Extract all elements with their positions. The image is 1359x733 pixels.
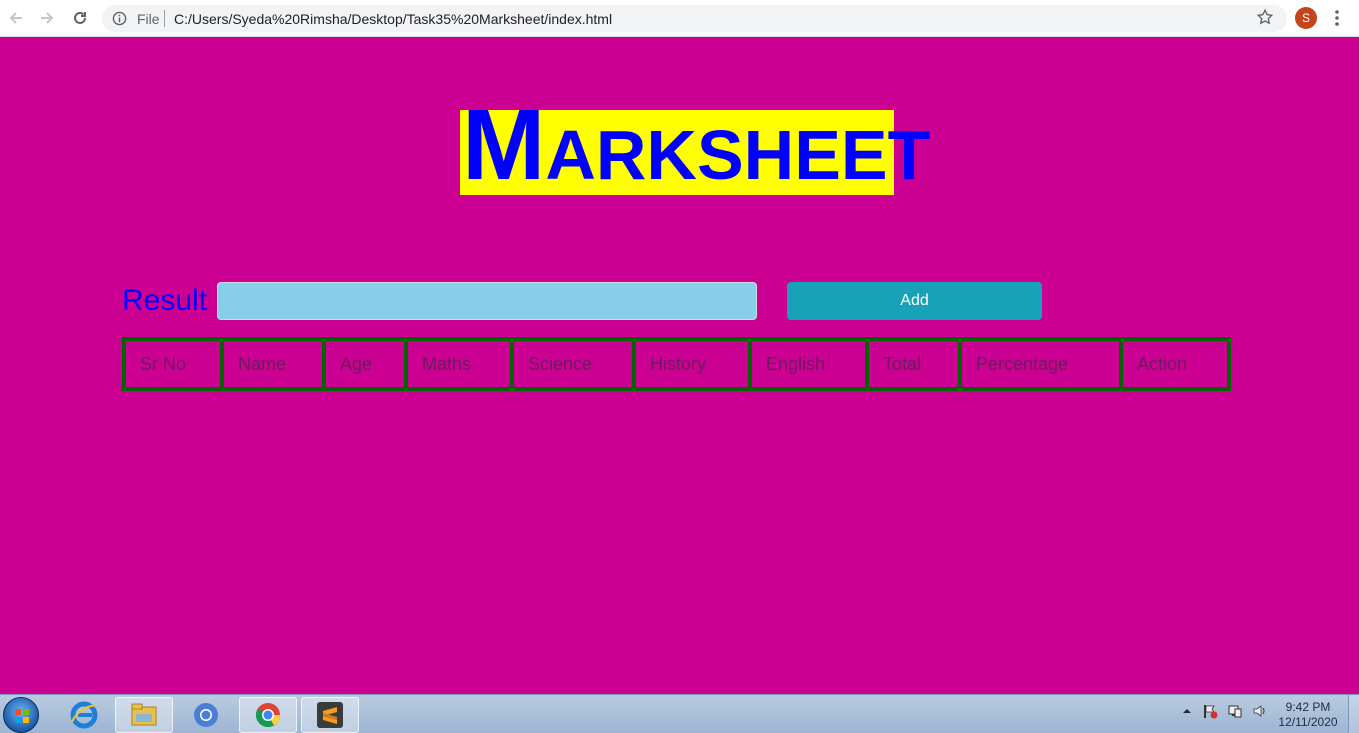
tray-expand-icon[interactable] bbox=[1182, 703, 1192, 719]
profile-avatar[interactable]: S bbox=[1295, 7, 1317, 29]
column-header-total: Total bbox=[869, 341, 962, 387]
column-header-age: Age bbox=[326, 341, 408, 387]
info-icon[interactable] bbox=[112, 11, 127, 31]
url-text[interactable]: C:/Users/Syeda%20Rimsha/Desktop/Task35%2… bbox=[174, 11, 612, 27]
network-icon[interactable] bbox=[1227, 703, 1243, 722]
forward-arrow-icon[interactable] bbox=[37, 8, 57, 28]
taskbar-chromium[interactable] bbox=[177, 697, 235, 733]
taskbar-sublime-text[interactable] bbox=[301, 697, 359, 733]
column-header-maths: Maths bbox=[408, 341, 514, 387]
column-header-sr-no: Sr No bbox=[126, 341, 224, 387]
reload-icon[interactable] bbox=[70, 8, 90, 28]
address-bar[interactable]: File C:/Users/Syeda%20Rimsha/Desktop/Tas… bbox=[102, 5, 1287, 32]
show-desktop-button[interactable] bbox=[1348, 695, 1359, 733]
result-input[interactable] bbox=[217, 282, 757, 320]
menu-kebab-icon[interactable] bbox=[1334, 9, 1340, 32]
column-header-history: History bbox=[636, 341, 752, 387]
marksheet-table-header: Sr No Name Age Maths Science History Eng… bbox=[122, 337, 1231, 391]
windows-logo-icon bbox=[15, 709, 29, 723]
internet-explorer-icon bbox=[70, 701, 98, 729]
column-header-science: Science bbox=[514, 341, 636, 387]
page-title: MARKSHEET bbox=[462, 95, 930, 195]
chrome-icon bbox=[256, 703, 280, 728]
column-header-percentage: Percentage bbox=[962, 341, 1123, 387]
omnibox-divider bbox=[164, 10, 165, 27]
result-label: Result bbox=[122, 284, 208, 317]
add-button[interactable]: Add bbox=[787, 282, 1042, 320]
clock-time: 9:42 PM bbox=[1285, 700, 1331, 714]
column-header-action: Action bbox=[1137, 353, 1188, 374]
column-header-english: English bbox=[752, 341, 869, 387]
taskbar-file-explorer[interactable] bbox=[115, 697, 173, 733]
action-center-flag-icon[interactable] bbox=[1202, 703, 1218, 722]
taskbar-internet-explorer[interactable] bbox=[55, 697, 113, 733]
bookmark-star-icon[interactable] bbox=[1256, 8, 1274, 31]
column-header-name: Name bbox=[224, 341, 326, 387]
chromium-icon bbox=[194, 703, 218, 727]
file-scheme-label: File bbox=[137, 11, 160, 27]
start-button[interactable] bbox=[3, 697, 39, 733]
taskbar: 9:42 PM 12/11/2020 bbox=[0, 694, 1359, 733]
browser-toolbar: File C:/Users/Syeda%20Rimsha/Desktop/Tas… bbox=[0, 0, 1359, 37]
title-first-letter: M bbox=[462, 89, 546, 201]
title-rest: ARKSHEET bbox=[545, 116, 931, 194]
folder-icon bbox=[131, 703, 157, 726]
volume-icon[interactable] bbox=[1252, 703, 1268, 722]
sublime-text-icon bbox=[317, 702, 343, 728]
clock-date: 12/11/2020 bbox=[1278, 715, 1338, 729]
taskbar-clock[interactable]: 9:42 PM 12/11/2020 bbox=[1276, 700, 1340, 730]
back-arrow-icon[interactable] bbox=[6, 8, 26, 28]
taskbar-chrome[interactable] bbox=[239, 697, 297, 733]
